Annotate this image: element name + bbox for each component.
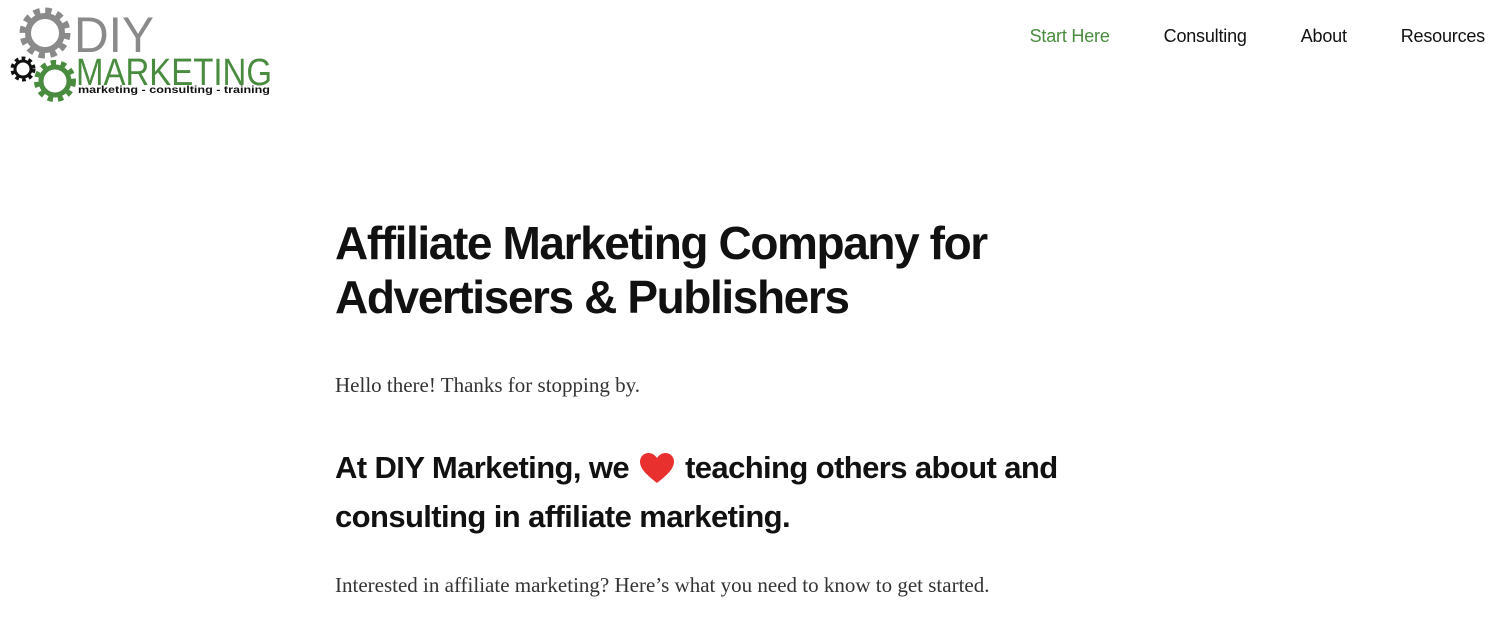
black-gear-icon bbox=[10, 56, 36, 82]
logo-tagline: marketing - consulting - training bbox=[78, 85, 270, 96]
nav-item-consulting[interactable]: Consulting bbox=[1164, 24, 1247, 48]
nav-item-resources[interactable]: Resources bbox=[1401, 24, 1485, 48]
main-nav: Start Here Consulting About Resources bbox=[1030, 24, 1486, 48]
main-content: Affiliate Marketing Company for Advertis… bbox=[335, 216, 1135, 600]
logo-graphic: DIY MARKETING marketing - consulting - t… bbox=[10, 7, 272, 102]
heart-icon bbox=[639, 452, 675, 495]
love-heading: At DIY Marketing, we teaching others abou… bbox=[335, 446, 1135, 538]
body-text: Interested in affiliate marketing? Here’… bbox=[335, 573, 990, 597]
nav-item-about[interactable]: About bbox=[1301, 24, 1347, 48]
site-logo[interactable]: DIY MARKETING marketing - consulting - t… bbox=[8, 2, 276, 106]
page-title: Affiliate Marketing Company for Advertis… bbox=[335, 217, 988, 323]
gray-gear-icon bbox=[19, 7, 71, 59]
intro-text: Hello there! Thanks for stopping by. bbox=[335, 373, 641, 397]
love-heading-before: At DIY Marketing, we bbox=[335, 450, 630, 485]
site-header: DIY MARKETING marketing - consulting - t… bbox=[0, 0, 1493, 110]
green-gear-icon bbox=[34, 60, 76, 102]
nav-item-start-here[interactable]: Start Here bbox=[1030, 24, 1110, 48]
